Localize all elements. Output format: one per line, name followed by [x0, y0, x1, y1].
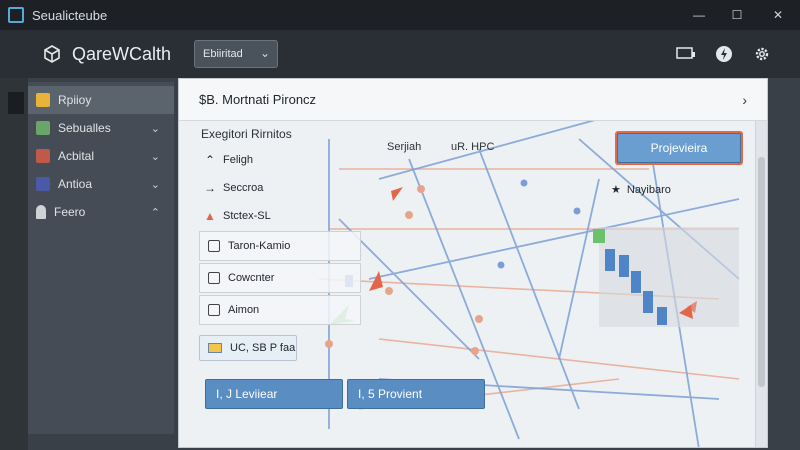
app-icon [8, 7, 24, 23]
marker-icon: ▲ [204, 209, 216, 223]
workspace-select[interactable]: Ebiiritad ⌄ [194, 40, 278, 68]
chevron-right-icon[interactable]: › [742, 92, 747, 108]
brand-name: QarеWCalth [72, 43, 172, 64]
sidebar: Rpiioy Sebualles ⌄ Acbital ⌄ Antioa ⌄ Fe… [28, 82, 174, 434]
layers-icon [36, 149, 50, 163]
main-panel: $B. Mortnati Pironcz › Exegitori Rirnito… [178, 78, 768, 448]
tool-seccroa[interactable]: → Seccroa [203, 181, 263, 195]
tool-box-cowcnter[interactable]: Cowcnter [199, 263, 361, 293]
window-controls: — ☐ ✕ [680, 0, 800, 30]
map-label: uR. HPC [451, 141, 495, 153]
tool-label: Feligh [223, 154, 253, 166]
tool-box-taron-kamio[interactable]: Taron-Kamio [199, 231, 361, 261]
tool-box-label: Cowcnter [228, 272, 275, 284]
left-dock [0, 78, 28, 450]
tool-box-label: Taron-Kamio [228, 240, 291, 252]
document-icon [208, 272, 220, 284]
document-icon [208, 304, 220, 316]
panel-header[interactable]: $B. Mortnati Pironcz › [179, 79, 767, 121]
provient-button[interactable]: I, 5 Provient [347, 379, 485, 409]
panel-title: $B. Mortnati Pironcz [199, 92, 317, 107]
star-icon: ★ [611, 184, 621, 196]
legend-item: ★ Nayibaro [611, 183, 671, 197]
tool-label: Stctex-SL [223, 210, 271, 222]
sidebar-item-acbital[interactable]: Acbital ⌄ [28, 142, 174, 170]
leviiear-button[interactable]: I, J Leviiear [205, 379, 343, 409]
card-icon [208, 343, 222, 353]
chevron-down-icon: ⌄ [259, 46, 270, 60]
tool-box-aimon[interactable]: Aimon [199, 295, 361, 325]
scrollbar-thumb[interactable] [758, 157, 765, 387]
chevron-down-icon: ⌄ [150, 178, 160, 191]
sidebar-item-rpiioy[interactable]: Rpiioy [28, 86, 174, 114]
window-title: Seualicteube [32, 7, 108, 23]
chevron-down-icon: ⌄ [150, 150, 160, 163]
tool-box-label: Aimon [228, 304, 260, 316]
minimize-button[interactable]: — [680, 0, 718, 30]
header-icons [676, 44, 772, 64]
vertical-scrollbar[interactable] [755, 121, 767, 447]
sidebar-item-label: Rpiioy [58, 93, 92, 107]
chevron-up-icon: ⌃ [204, 153, 216, 167]
map-label: Serjiah [387, 141, 422, 153]
gear-icon[interactable] [752, 44, 772, 64]
sidebar-item-sebualles[interactable]: Sebualles ⌄ [28, 114, 174, 142]
app-header: QarеWCalth Ebiiritad ⌄ [0, 30, 800, 78]
chart-icon [36, 177, 50, 191]
legend-label: Nayibaro [626, 183, 671, 196]
close-button[interactable]: ✕ [756, 0, 800, 30]
monitor-icon[interactable] [676, 44, 696, 64]
sidebar-item-label: Feero [54, 205, 86, 219]
play-tab[interactable] [8, 92, 24, 114]
projevieira-button-label: Projevieira [617, 133, 741, 163]
tool-stctex-sl[interactable]: ▲ Stctex-SL [203, 209, 271, 223]
cube-icon [42, 44, 62, 64]
folder-icon [36, 93, 50, 107]
sidebar-item-label: Sebualles [58, 121, 111, 135]
document-icon [208, 240, 220, 252]
section-label: Exegitori Rirnitos [201, 127, 292, 141]
sidebar-item-antioa[interactable]: Antioa ⌄ [28, 170, 174, 198]
projevieira-button[interactable]: Projevieira [615, 131, 743, 165]
grid-icon [36, 121, 50, 135]
chevron-down-icon: ⌄ [150, 122, 160, 135]
chevron-up-icon: ⌃ [150, 206, 160, 219]
user-icon [36, 205, 46, 219]
workspace-select-value: Ebiiritad [203, 48, 243, 60]
arrow-right-icon: → [204, 181, 216, 195]
sidebar-item-feero[interactable]: Feero ⌃ [28, 198, 174, 226]
tool-feligh[interactable]: ⌃ Feligh [203, 153, 253, 167]
title-bar: Seualicteube — ☐ ✕ [0, 0, 800, 30]
filter-chip[interactable]: UC, SB P faa [199, 335, 297, 361]
filter-chip-label: UC, SB P faa [230, 342, 296, 354]
tool-label: Seccroa [223, 182, 264, 194]
bolt-icon[interactable] [714, 44, 734, 64]
maximize-button[interactable]: ☐ [718, 0, 756, 30]
sidebar-item-label: Antioa [58, 177, 93, 191]
sidebar-item-label: Acbital [58, 149, 95, 163]
